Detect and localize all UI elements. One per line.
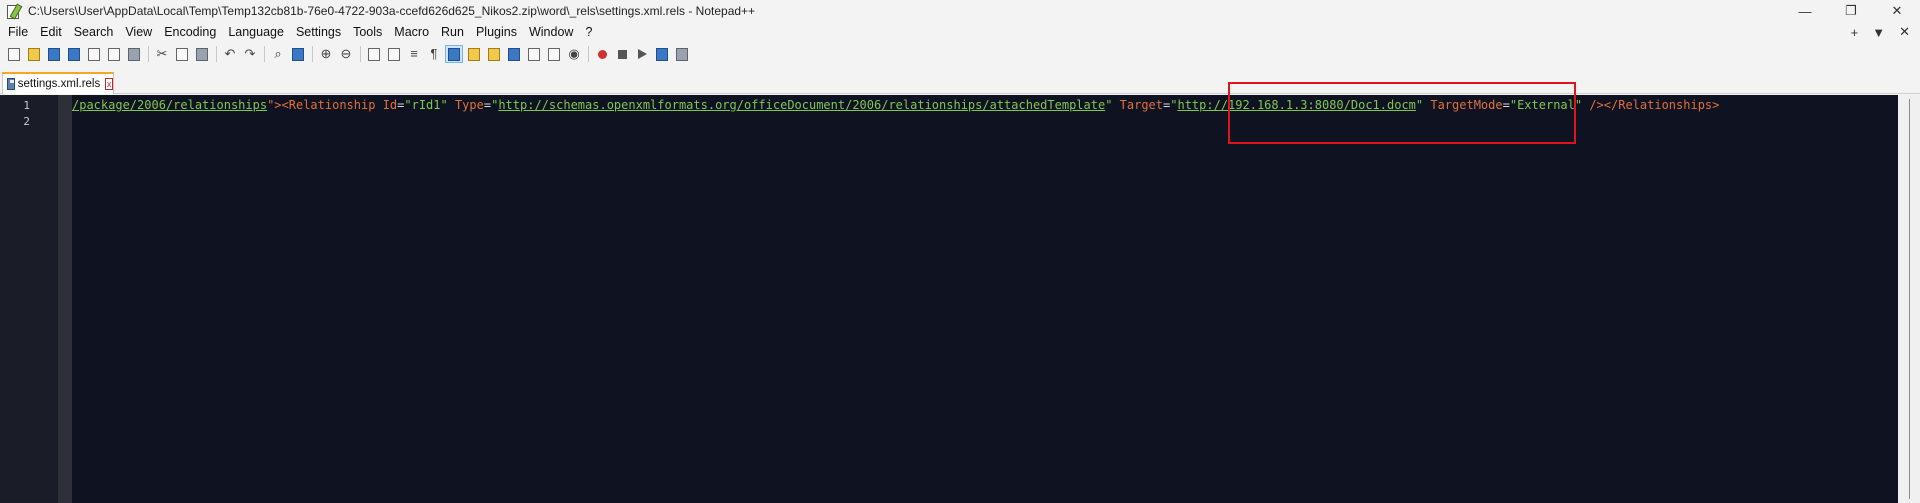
play-macro-icon[interactable] xyxy=(634,46,650,62)
toolbar-separator xyxy=(216,46,217,62)
code-attribute: Type xyxy=(454,98,484,112)
vertical-scrollbar[interactable] xyxy=(1898,95,1920,503)
new-file-icon[interactable] xyxy=(6,46,22,62)
menu-language[interactable]: Language xyxy=(222,22,290,42)
toolbar-separator xyxy=(264,46,265,62)
code-tag: <Relationship xyxy=(281,98,383,112)
menu-settings[interactable]: Settings xyxy=(290,22,347,42)
copy-icon[interactable] xyxy=(174,46,190,62)
open-file-icon[interactable] xyxy=(26,46,42,62)
restore-button[interactable]: ❐ xyxy=(1828,0,1874,22)
fold-margin xyxy=(58,95,72,503)
close-file-icon[interactable] xyxy=(86,46,102,62)
highlight-annotation-box xyxy=(1228,82,1576,144)
monitoring-icon[interactable]: ◉ xyxy=(566,46,582,62)
line-number: 2 xyxy=(23,115,30,128)
stop-recording-icon[interactable] xyxy=(614,46,630,62)
indent-guide-icon[interactable] xyxy=(445,45,463,63)
document-map-icon[interactable] xyxy=(486,46,502,62)
run-macro-multiple-icon[interactable] xyxy=(654,46,670,62)
print-icon[interactable] xyxy=(126,46,142,62)
save-icon[interactable] xyxy=(46,46,62,62)
record-macro-icon[interactable] xyxy=(594,46,610,62)
menu-plugins[interactable]: Plugins xyxy=(470,22,523,42)
code-tag: /></Relationships> xyxy=(1589,98,1720,112)
code-string: "rId1" xyxy=(404,98,455,112)
zoom-in-icon[interactable]: ⊕ xyxy=(318,46,334,62)
document-list-icon[interactable] xyxy=(506,46,522,62)
tab-settings-xml-rels[interactable]: settings.xml.rels x xyxy=(2,72,114,94)
toolbar-separator xyxy=(588,46,589,62)
saved-file-icon xyxy=(7,78,15,90)
replace-icon[interactable] xyxy=(290,46,306,62)
close-button[interactable]: ✕ xyxy=(1874,0,1920,22)
code-string: " xyxy=(1105,98,1120,112)
find-icon[interactable]: ⌕ xyxy=(270,46,286,62)
menu-file[interactable]: File xyxy=(0,22,34,42)
sync-horizontal-icon[interactable] xyxy=(386,46,402,62)
function-list-icon[interactable] xyxy=(526,46,542,62)
menu-edit[interactable]: Edit xyxy=(34,22,68,42)
code-token: = xyxy=(483,98,492,112)
menu-window[interactable]: Window xyxy=(523,22,579,42)
editor[interactable]: 1 2 /package/2006/relationships"><Relati… xyxy=(0,95,1920,503)
line-number: 1 xyxy=(23,99,30,112)
menu-search[interactable]: Search xyxy=(68,22,120,42)
toolbar-separator xyxy=(148,46,149,62)
close-document-icon[interactable]: ✕ xyxy=(1899,24,1910,40)
menu-help[interactable]: ? xyxy=(579,22,598,42)
menu-right-controls: + ▼ ✕ xyxy=(1851,22,1910,42)
show-all-characters-icon[interactable]: ¶ xyxy=(426,46,442,62)
cut-icon[interactable]: ✂ xyxy=(154,46,170,62)
code-attribute: Id xyxy=(382,98,398,112)
new-tab-icon[interactable]: + xyxy=(1851,25,1859,40)
menu-encoding[interactable]: Encoding xyxy=(158,22,222,42)
code-attribute: Target xyxy=(1119,98,1164,112)
tab-label: settings.xml.rels xyxy=(17,78,101,90)
title-bar: C:\Users\User\AppData\Local\Temp\Temp132… xyxy=(0,0,1920,22)
menu-run[interactable]: Run xyxy=(435,22,470,42)
menu-view[interactable]: View xyxy=(119,22,158,42)
type-link[interactable]: http://schemas.openxmlformats.org/office… xyxy=(498,98,1105,112)
menu-tools[interactable]: Tools xyxy=(347,22,388,42)
save-macro-icon[interactable] xyxy=(674,46,690,62)
folder-as-workspace-icon[interactable] xyxy=(546,46,562,62)
undo-icon[interactable]: ↶ xyxy=(222,46,238,62)
save-all-icon[interactable] xyxy=(66,46,82,62)
tab-bar: settings.xml.rels x xyxy=(0,70,1920,94)
toolbar-separator xyxy=(360,46,361,62)
tab-list-icon[interactable]: ▼ xyxy=(1872,25,1885,40)
toolbar: ✂ ↶ ↷ ⌕ ⊕ ⊖ ≡ ¶ ◉ xyxy=(0,43,1920,65)
redo-icon[interactable]: ↷ xyxy=(242,46,258,62)
close-all-icon[interactable] xyxy=(106,46,122,62)
code-area[interactable]: /package/2006/relationships"><Relationsh… xyxy=(72,95,1898,503)
notepadpp-icon xyxy=(6,3,23,20)
word-wrap-icon[interactable]: ≡ xyxy=(406,46,422,62)
toolbar-separator xyxy=(312,46,313,62)
window-title: C:\Users\User\AppData\Local\Temp\Temp132… xyxy=(28,4,756,18)
menu-macro[interactable]: Macro xyxy=(388,22,435,42)
sync-vertical-icon[interactable] xyxy=(366,46,382,62)
line-number-gutter: 1 2 xyxy=(0,95,58,503)
code-token: "> xyxy=(267,98,282,112)
paste-icon[interactable] xyxy=(194,46,210,62)
minimize-button[interactable]: — xyxy=(1782,0,1828,22)
tab-close-icon[interactable]: x xyxy=(105,78,113,90)
user-language-icon[interactable] xyxy=(466,46,482,62)
window-controls: — ❐ ✕ xyxy=(1782,0,1920,22)
zoom-out-icon[interactable]: ⊖ xyxy=(338,46,354,62)
menu-bar: File Edit Search View Encoding Language … xyxy=(0,22,1920,42)
namespace-link[interactable]: /package/2006/relationships xyxy=(72,98,267,112)
